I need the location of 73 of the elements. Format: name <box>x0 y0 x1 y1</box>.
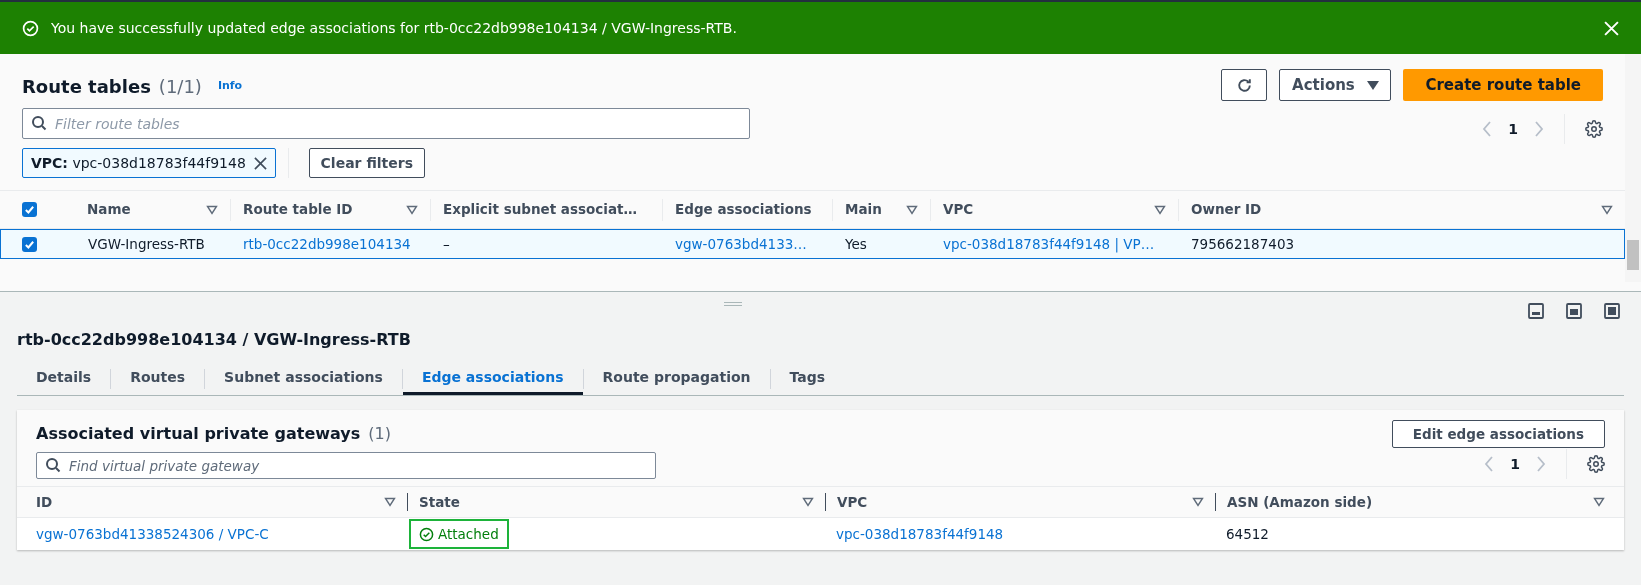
panel-layout-icon[interactable] <box>1528 303 1544 319</box>
checkbox[interactable] <box>22 202 37 217</box>
table-cell: VGW-Ingress-RTB <box>88 235 205 252</box>
check-icon <box>24 238 35 250</box>
settings-icon[interactable] <box>1587 455 1605 473</box>
table-link[interactable]: vpc-038d18783f44f9148 | VP… <box>943 235 1155 252</box>
tab[interactable]: Subnet associations <box>205 362 402 395</box>
page-number[interactable]: 1 <box>1510 453 1520 475</box>
create-route-table-button[interactable]: Create route table <box>1403 69 1603 101</box>
sort-icon[interactable] <box>1192 497 1204 507</box>
status-label: Attached <box>409 518 509 550</box>
check-icon <box>24 204 35 215</box>
refresh-icon <box>1235 76 1253 94</box>
remove-icon[interactable] <box>253 156 267 170</box>
table-row[interactable]: VGW-Ingress-RTB rtb-0cc22db998e104134 – vgw-0763bd4133… Yes vpc-038d18783f44f9148 | VP… 795662187403 <box>0 229 1625 259</box>
search-icon <box>45 457 61 473</box>
column-header[interactable]: Main <box>832 198 930 221</box>
column-header[interactable]: Name <box>75 198 230 221</box>
column-header[interactable]: Explicit subnet associat… <box>430 198 662 221</box>
tab[interactable]: Tags <box>770 362 845 395</box>
resize-handle[interactable] <box>724 302 742 306</box>
checkbox[interactable] <box>22 236 37 252</box>
sort-icon[interactable] <box>384 497 396 507</box>
sort-icon[interactable] <box>1593 497 1605 507</box>
success-icon <box>22 19 39 37</box>
clear-filters-button[interactable]: Clear filters <box>308 148 425 178</box>
info-link[interactable]: Info <box>217 77 243 95</box>
item-count: (1/1) <box>158 74 202 99</box>
column-header[interactable]: Route table ID <box>230 198 430 221</box>
success-icon <box>419 526 434 542</box>
table-link[interactable]: vgw-0763bd41338524306 / VPC-C <box>36 525 269 542</box>
search-field[interactable]: Find virtual private gateway <box>36 452 656 479</box>
tab[interactable]: Routes <box>111 362 205 395</box>
table-cell: 795662187403 <box>1191 235 1295 252</box>
sort-icon[interactable] <box>802 497 814 507</box>
filter-field[interactable]: Filter route tables <box>22 108 750 139</box>
edit-edge-associations-button[interactable]: Edit edge associations <box>1391 420 1605 448</box>
table-link[interactable]: vpc-038d18783f44f9148 <box>836 525 1004 542</box>
banner-message: You have successfully updated edge associations for rtb-0cc22db998e104134 / VGW-Ingress-RTB. <box>51 18 738 38</box>
column-header[interactable]: State <box>419 491 794 513</box>
column-header[interactable]: VPC <box>930 198 1178 221</box>
card-title: Associated virtual private gateways <box>36 423 361 445</box>
details-title: rtb-0cc22db998e104134 / VGW-Ingress-RTB <box>17 329 412 351</box>
table-cell: – <box>443 235 450 252</box>
tab[interactable]: Edge associations <box>402 362 583 395</box>
sort-icon[interactable] <box>406 204 418 215</box>
sort-icon[interactable] <box>206 204 218 215</box>
sort-icon[interactable] <box>906 204 918 215</box>
panel-layout-icon[interactable] <box>1604 303 1620 319</box>
column-header[interactable]: ASN (Amazon side) <box>1227 491 1585 513</box>
table-cell: Yes <box>845 235 867 252</box>
column-header[interactable]: Edge associations <box>662 198 832 221</box>
tab[interactable]: Route propagation <box>583 362 770 395</box>
item-count: (1) <box>368 423 391 445</box>
sort-icon[interactable] <box>1601 204 1613 215</box>
sort-icon[interactable] <box>1154 204 1166 215</box>
column-header[interactable]: ID <box>36 491 376 513</box>
search-icon <box>31 115 47 131</box>
settings-icon[interactable] <box>1585 120 1603 138</box>
close-icon[interactable] <box>1604 20 1619 36</box>
table-cell: 64512 <box>1226 525 1269 542</box>
page-title: Route tables <box>22 74 151 99</box>
refresh-button[interactable] <box>1221 69 1268 101</box>
column-header[interactable]: VPC <box>837 491 1184 513</box>
tab[interactable]: Details <box>17 362 111 395</box>
table-link[interactable]: rtb-0cc22db998e104134 <box>243 235 411 252</box>
actions-dropdown[interactable]: Actions <box>1279 69 1392 101</box>
panel-layout-icon[interactable] <box>1566 303 1582 319</box>
page-number[interactable]: 1 <box>1508 118 1518 140</box>
filter-token[interactable]: VPC: vpc-038d18783f44f9148 <box>22 148 276 178</box>
table-link[interactable]: vgw-0763bd4133… <box>675 235 807 252</box>
token-label: VPC: vpc-038d18783f44f9148 <box>31 153 246 173</box>
caret-icon <box>1366 80 1379 90</box>
